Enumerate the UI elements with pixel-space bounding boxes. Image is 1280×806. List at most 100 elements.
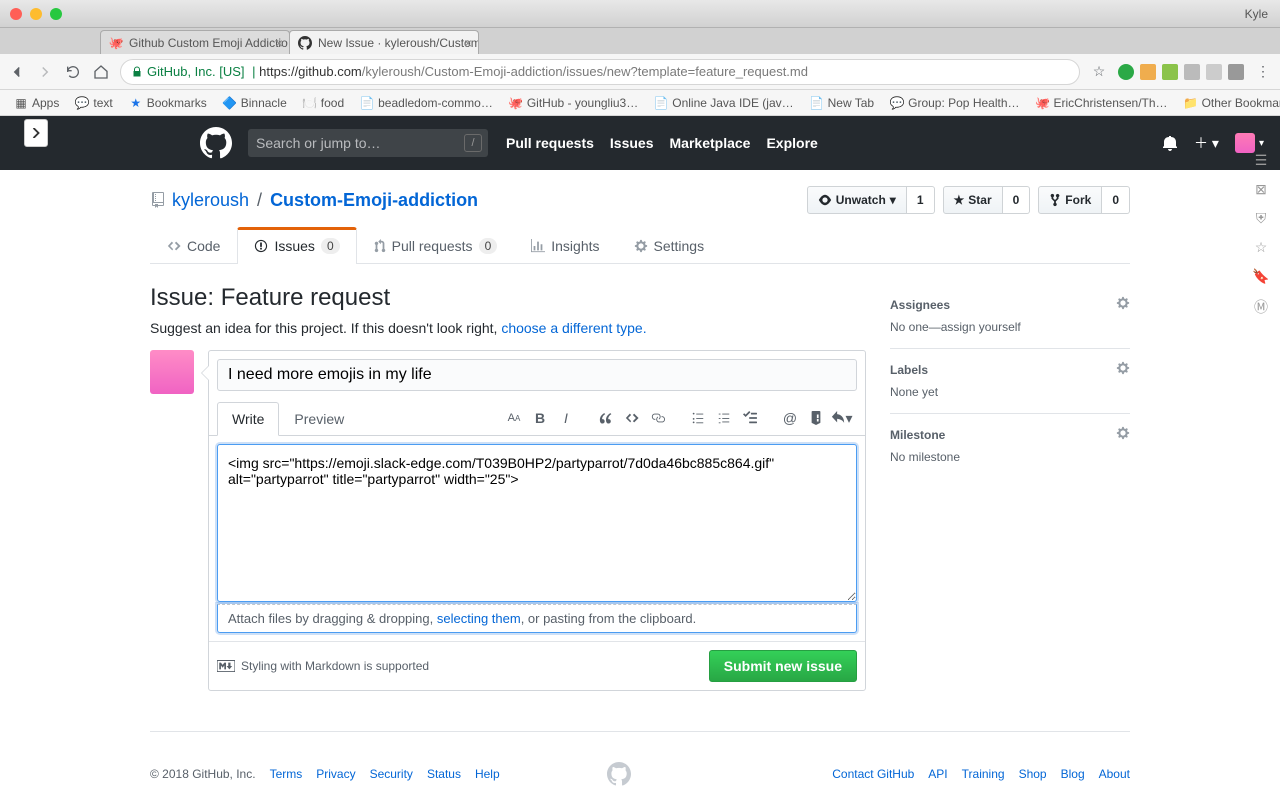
reload-button[interactable]	[64, 63, 82, 81]
other-bookmarks[interactable]: 📁Other Bookmarks	[1178, 94, 1280, 112]
numbered-list-icon[interactable]	[713, 407, 735, 429]
star-outline-icon[interactable]: ☆	[1255, 239, 1268, 256]
gear-icon[interactable]	[1116, 296, 1130, 310]
bookmark-star-icon[interactable]: ☆	[1090, 63, 1108, 81]
attach-hint: Attach files by dragging & dropping, sel…	[217, 604, 857, 633]
footer-shop[interactable]: Shop	[1019, 767, 1047, 781]
star-button[interactable]: ★ Star	[943, 186, 1003, 214]
address-bar[interactable]: GitHub, Inc. [US] | https://github.com/k…	[120, 59, 1080, 85]
home-button[interactable]	[92, 63, 110, 81]
bookmark-item[interactable]: 🔷Binnacle	[217, 94, 293, 112]
bookmark-item[interactable]: 💬Group: Pop Health…	[884, 94, 1025, 112]
hamburger-icon[interactable]: ☰	[1255, 152, 1268, 169]
tab-close-icon[interactable]: ×	[464, 35, 472, 51]
bookmark-outline-icon[interactable]: 🔖	[1252, 268, 1269, 285]
extension-icon[interactable]	[1228, 64, 1244, 80]
tab-close-icon[interactable]: ×	[275, 35, 283, 51]
shield-icon[interactable]: ⛨	[1256, 210, 1267, 227]
choose-different-type-link[interactable]: choose a different type.	[501, 320, 646, 336]
user-avatar-dropdown[interactable]: ▾	[1235, 133, 1264, 153]
extension-icon[interactable]	[1162, 64, 1178, 80]
footer-blog[interactable]: Blog	[1061, 767, 1085, 781]
reference-icon[interactable]	[805, 407, 827, 429]
bookmark-item[interactable]: 🐙EricChristensen/Th…	[1030, 94, 1174, 112]
back-button[interactable]	[8, 63, 26, 81]
preview-tab[interactable]: Preview	[279, 402, 359, 436]
apps-button[interactable]: ▦Apps	[8, 94, 65, 112]
issue-title-input[interactable]	[217, 359, 857, 391]
tab-pull-requests[interactable]: Pull requests 0	[357, 227, 515, 264]
quote-icon[interactable]	[595, 407, 617, 429]
close-x-icon[interactable]: ⊠	[1255, 181, 1267, 198]
nav-issues[interactable]: Issues	[610, 135, 654, 151]
extension-icon[interactable]	[1140, 64, 1156, 80]
forward-button[interactable]	[36, 63, 54, 81]
footer-contact[interactable]: Contact GitHub	[832, 767, 914, 781]
tab-issues[interactable]: Issues 0	[237, 227, 356, 264]
repo-owner-link[interactable]: kyleroush	[172, 190, 249, 211]
github-logo-icon[interactable]	[200, 127, 232, 159]
markdown-hint[interactable]: Styling with Markdown is supported	[217, 659, 429, 673]
watch-count[interactable]: 1	[907, 186, 935, 214]
plus-dropdown[interactable]: ＋ ▾	[1194, 133, 1219, 153]
nav-pull-requests[interactable]: Pull requests	[506, 135, 594, 151]
footer-training[interactable]: Training	[962, 767, 1005, 781]
footer-security[interactable]: Security	[370, 767, 413, 781]
tab-code[interactable]: Code	[150, 227, 237, 264]
tab-insights[interactable]: Insights	[514, 227, 616, 264]
footer-help[interactable]: Help	[475, 767, 500, 781]
extension-icon[interactable]	[1206, 64, 1222, 80]
header-format-icon[interactable]: AA	[503, 407, 525, 429]
bookmark-item[interactable]: 💬text	[69, 94, 118, 112]
bookmark-item[interactable]: 🐙GitHub - youngliu3…	[503, 94, 644, 112]
saved-replies-icon[interactable]: ▾	[831, 407, 853, 429]
unwatch-button[interactable]: Unwatch ▾	[807, 186, 907, 214]
chrome-menu-icon[interactable]: ⋮	[1254, 63, 1272, 81]
selecting-them-link[interactable]: selecting them	[437, 611, 521, 626]
tab-settings[interactable]: Settings	[617, 227, 722, 264]
assign-yourself-link[interactable]: assign yourself	[941, 320, 1021, 334]
fork-button[interactable]: Fork	[1038, 186, 1102, 214]
minimize-window-button[interactable]	[30, 8, 42, 20]
gear-icon[interactable]	[1116, 361, 1130, 375]
gear-icon[interactable]	[1116, 426, 1130, 440]
issue-body-textarea[interactable]	[217, 444, 857, 602]
bold-icon[interactable]: B	[529, 407, 551, 429]
fork-count[interactable]: 0	[1102, 186, 1130, 214]
expand-left-toggle[interactable]	[24, 119, 48, 147]
extension-icon[interactable]	[1118, 64, 1134, 80]
submit-new-issue-button[interactable]: Submit new issue	[709, 650, 857, 682]
footer-terms[interactable]: Terms	[270, 767, 303, 781]
mention-icon[interactable]: @	[779, 407, 801, 429]
chrome-profile-name[interactable]: Kyle	[1245, 7, 1268, 21]
write-tab[interactable]: Write	[217, 402, 279, 436]
link-icon[interactable]	[647, 407, 669, 429]
code-icon[interactable]	[621, 407, 643, 429]
bookmark-item[interactable]: ★Bookmarks	[123, 94, 213, 112]
github-logo-icon[interactable]	[607, 762, 631, 786]
extension-icon[interactable]	[1184, 64, 1200, 80]
bullet-list-icon[interactable]	[687, 407, 709, 429]
bell-icon[interactable]	[1162, 135, 1178, 151]
zoom-window-button[interactable]	[50, 8, 62, 20]
nav-explore[interactable]: Explore	[766, 135, 817, 151]
bookmark-item[interactable]: 🍽️food	[297, 94, 350, 112]
bookmark-item[interactable]: 📄New Tab	[804, 94, 880, 112]
browser-tab-active[interactable]: New Issue · kyleroush/Custom ×	[289, 30, 479, 54]
repo-name-link[interactable]: Custom-Emoji-addiction	[270, 190, 478, 211]
ribbon-icon[interactable]: Ⓜ	[1254, 297, 1268, 317]
task-list-icon[interactable]	[739, 407, 761, 429]
footer-about[interactable]: About	[1099, 767, 1130, 781]
close-window-button[interactable]	[10, 8, 22, 20]
nav-marketplace[interactable]: Marketplace	[670, 135, 751, 151]
bookmark-item[interactable]: 📄beadledom-commo…	[354, 94, 499, 112]
github-search-input[interactable]: Search or jump to… /	[248, 129, 488, 157]
footer-status[interactable]: Status	[427, 767, 461, 781]
footer-privacy[interactable]: Privacy	[316, 767, 355, 781]
footer-api[interactable]: API	[928, 767, 947, 781]
bookmark-item[interactable]: 📄Online Java IDE (jav…	[648, 94, 799, 112]
browser-tab[interactable]: 🐙 Github Custom Emoji Addictio ×	[100, 30, 290, 54]
author-avatar[interactable]	[150, 350, 194, 394]
italic-icon[interactable]: I	[555, 407, 577, 429]
star-count[interactable]: 0	[1003, 186, 1031, 214]
